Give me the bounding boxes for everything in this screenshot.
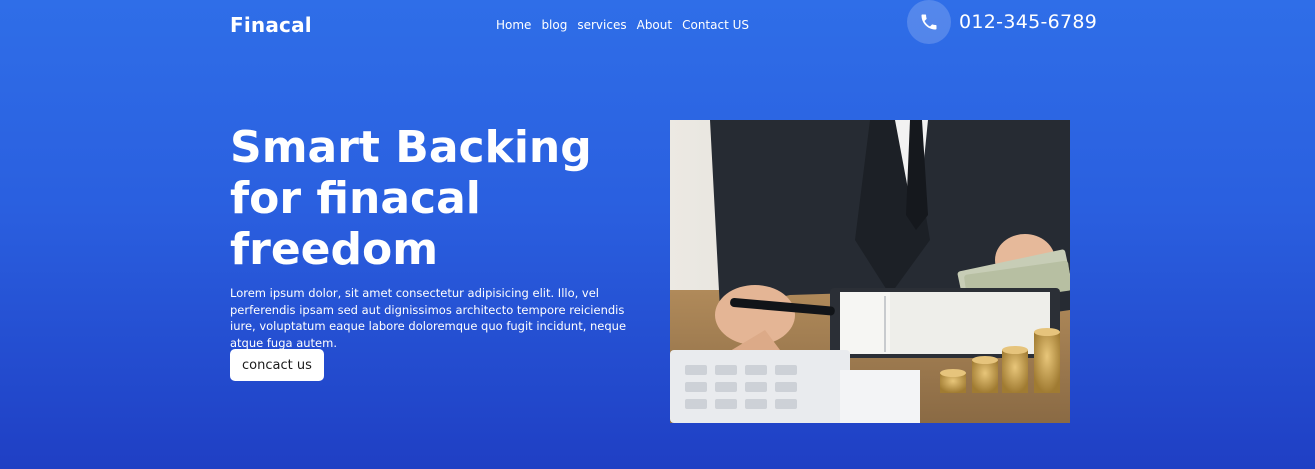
phone-icon bbox=[921, 14, 937, 30]
brand-logo[interactable]: Finacal bbox=[230, 13, 312, 37]
hero-title-line-1: Smart Backing bbox=[230, 122, 592, 173]
phone-icon-badge bbox=[907, 0, 951, 44]
main-nav: Home blog services About Contact US bbox=[496, 18, 749, 32]
hero-illustration bbox=[670, 120, 1070, 423]
hero-image bbox=[670, 120, 1070, 423]
hero-title-line-3: freedom bbox=[230, 224, 439, 275]
navbar: Finacal Home blog services About Contact… bbox=[0, 0, 1315, 50]
hero-description: Lorem ipsum dolor, sit amet consectetur … bbox=[230, 286, 627, 350]
contact-us-button[interactable]: concact us bbox=[230, 349, 324, 381]
hero-title-line-2: for finacal bbox=[230, 173, 481, 224]
phone-number[interactable]: 012-345-6789 bbox=[959, 11, 1097, 33]
nav-item-about[interactable]: About bbox=[637, 18, 672, 32]
nav-item-services[interactable]: services bbox=[577, 18, 626, 32]
nav-item-blog[interactable]: blog bbox=[541, 18, 567, 32]
hero-title: Smart Backing for finacal freedom bbox=[230, 122, 650, 275]
phone-contact[interactable]: 012-345-6789 bbox=[907, 0, 1097, 44]
nav-item-contact[interactable]: Contact US bbox=[682, 18, 749, 32]
nav-item-home[interactable]: Home bbox=[496, 18, 531, 32]
